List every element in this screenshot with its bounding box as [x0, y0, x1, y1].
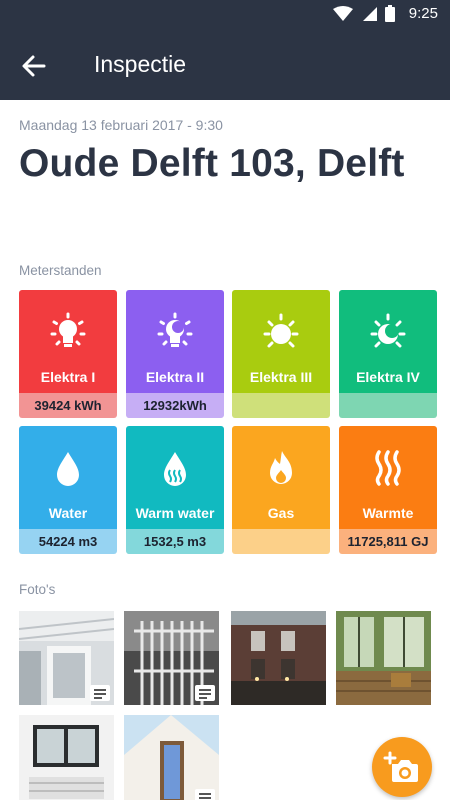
meter-value: [339, 393, 437, 418]
meter-name: Warm water: [135, 505, 215, 521]
add-photo-icon: [383, 751, 418, 782]
meter-name: Elektra II: [145, 369, 205, 385]
meter-tile-elektra-2[interactable]: Elektra II 12932kWh: [126, 290, 224, 418]
meter-tile-water[interactable]: Water 54224 m3: [19, 426, 117, 554]
meter-name: Gas: [267, 505, 295, 521]
meter-tile-elektra-4[interactable]: Elektra IV: [339, 290, 437, 418]
signal-icon: [362, 6, 377, 21]
back-arrow-icon[interactable]: [20, 52, 48, 80]
photos-section-label: Foto's: [19, 582, 56, 597]
add-photo-button[interactable]: [372, 737, 432, 797]
note-icon: [195, 685, 215, 701]
meters-section-label: Meterstanden: [19, 263, 102, 278]
bulb-icon: [50, 312, 86, 347]
meter-tile-warm-water[interactable]: Warm water 1532,5 m3: [126, 426, 224, 554]
moon-bulb-icon: [157, 312, 193, 347]
wifi-icon: [332, 5, 353, 21]
app-bar: Inspectie: [0, 30, 450, 100]
meter-tile-warmte[interactable]: Warmte 11725,811 GJ: [339, 426, 437, 554]
battery-icon: [384, 5, 395, 22]
status-bar: 9:25: [0, 0, 450, 30]
meter-value: [232, 529, 330, 554]
photo-thumbnail[interactable]: [124, 715, 219, 800]
status-time: 9:25: [408, 5, 438, 22]
page-title: Inspectie: [94, 51, 187, 77]
sun-icon: [263, 313, 299, 348]
inspection-address: Oude Delft 103, Delft: [19, 142, 405, 185]
meter-value: 12932kWh: [126, 393, 224, 418]
flame-icon: [270, 451, 292, 484]
meter-value: 11725,811 GJ: [339, 529, 437, 554]
photo-image: [336, 611, 431, 705]
warm-water-drop-icon: [164, 452, 186, 486]
photo-thumbnail[interactable]: [231, 611, 326, 705]
meter-name: Water: [48, 505, 88, 521]
meter-tile-elektra-3[interactable]: Elektra III: [232, 290, 330, 418]
sun-moon-icon: [370, 313, 406, 348]
photo-thumbnail[interactable]: [19, 611, 114, 705]
photo-thumbnail[interactable]: [124, 611, 219, 705]
meter-value: [232, 393, 330, 418]
meter-value: 39424 kWh: [19, 393, 117, 418]
meter-name: Elektra III: [249, 369, 313, 385]
meter-name: Warmte: [362, 505, 414, 521]
inspection-datetime: Maandag 13 februari 2017 - 9:30: [19, 117, 223, 133]
photo-thumbnail[interactable]: [19, 715, 114, 800]
photo-thumbnail[interactable]: [336, 611, 431, 705]
meter-tile-elektra-1[interactable]: Elektra I 39424 kWh: [19, 290, 117, 418]
meter-value: 1532,5 m3: [126, 529, 224, 554]
meter-name: Elektra IV: [356, 369, 420, 385]
heat-waves-icon: [375, 450, 401, 486]
note-icon: [195, 789, 215, 800]
water-drop-icon: [57, 452, 79, 486]
photo-image: [231, 611, 326, 705]
note-icon: [90, 685, 110, 701]
photo-image: [124, 715, 219, 800]
meter-tile-gas[interactable]: Gas: [232, 426, 330, 554]
meter-name: Elektra I: [40, 369, 96, 385]
meter-value: 54224 m3: [19, 529, 117, 554]
photo-image: [19, 715, 114, 800]
